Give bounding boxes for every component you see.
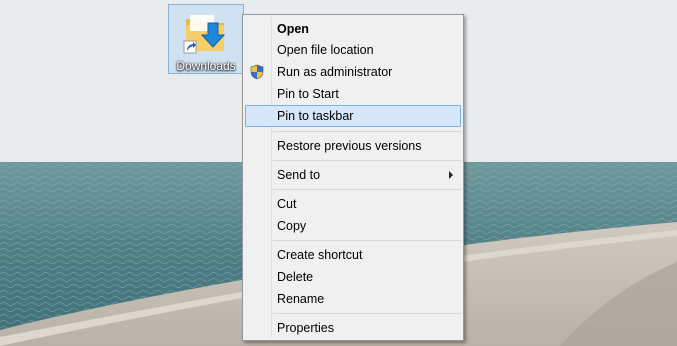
menu-item-copy[interactable]: Copy xyxy=(245,215,461,237)
menu-separator xyxy=(273,160,461,161)
menu-item-delete[interactable]: Delete xyxy=(245,266,461,288)
menu-separator xyxy=(273,131,461,132)
menu-item-open[interactable]: Open xyxy=(245,18,461,40)
menu-item-label: Restore previous versions xyxy=(277,139,422,153)
menu-separator xyxy=(273,240,461,241)
menu-item-label: Send to xyxy=(277,168,321,182)
context-menu: Open Open file location Run as administr… xyxy=(242,14,464,341)
downloads-folder-shortcut-icon xyxy=(183,15,226,54)
menu-item-label: Open xyxy=(277,22,309,36)
desktop-icon-downloads[interactable]: Downloads xyxy=(168,4,244,74)
menu-item-label: Properties xyxy=(277,321,334,335)
menu-item-label: Open file location xyxy=(277,43,374,57)
menu-item-pin-to-taskbar[interactable]: Pin to taskbar xyxy=(245,105,461,127)
menu-item-open-file-location[interactable]: Open file location xyxy=(245,39,461,61)
submenu-arrow-icon xyxy=(449,171,453,179)
menu-item-cut[interactable]: Cut xyxy=(245,193,461,215)
menu-item-label: Copy xyxy=(277,219,307,233)
menu-item-label: Run as administrator xyxy=(277,65,393,79)
uac-shield-icon xyxy=(250,64,264,80)
menu-item-send-to[interactable]: Send to xyxy=(245,164,461,186)
menu-item-label: Cut xyxy=(277,197,297,211)
menu-item-label: Pin to Start xyxy=(277,87,339,101)
menu-item-label: Delete xyxy=(277,270,314,284)
menu-separator xyxy=(273,189,461,190)
menu-item-label: Pin to taskbar xyxy=(277,109,354,123)
menu-item-label: Create shortcut xyxy=(277,248,363,262)
desktop-icon-label: Downloads xyxy=(176,59,236,73)
menu-item-pin-to-start[interactable]: Pin to Start xyxy=(245,83,461,105)
menu-item-create-shortcut[interactable]: Create shortcut xyxy=(245,244,461,266)
menu-item-properties[interactable]: Properties xyxy=(245,317,461,339)
menu-separator xyxy=(273,313,461,314)
menu-item-run-as-administrator[interactable]: Run as administrator xyxy=(245,61,461,83)
menu-item-label: Rename xyxy=(277,292,325,306)
menu-item-rename[interactable]: Rename xyxy=(245,288,461,310)
menu-item-restore-previous-versions[interactable]: Restore previous versions xyxy=(245,135,461,157)
desktop: Downloads Open Open file location Run as… xyxy=(0,0,677,346)
